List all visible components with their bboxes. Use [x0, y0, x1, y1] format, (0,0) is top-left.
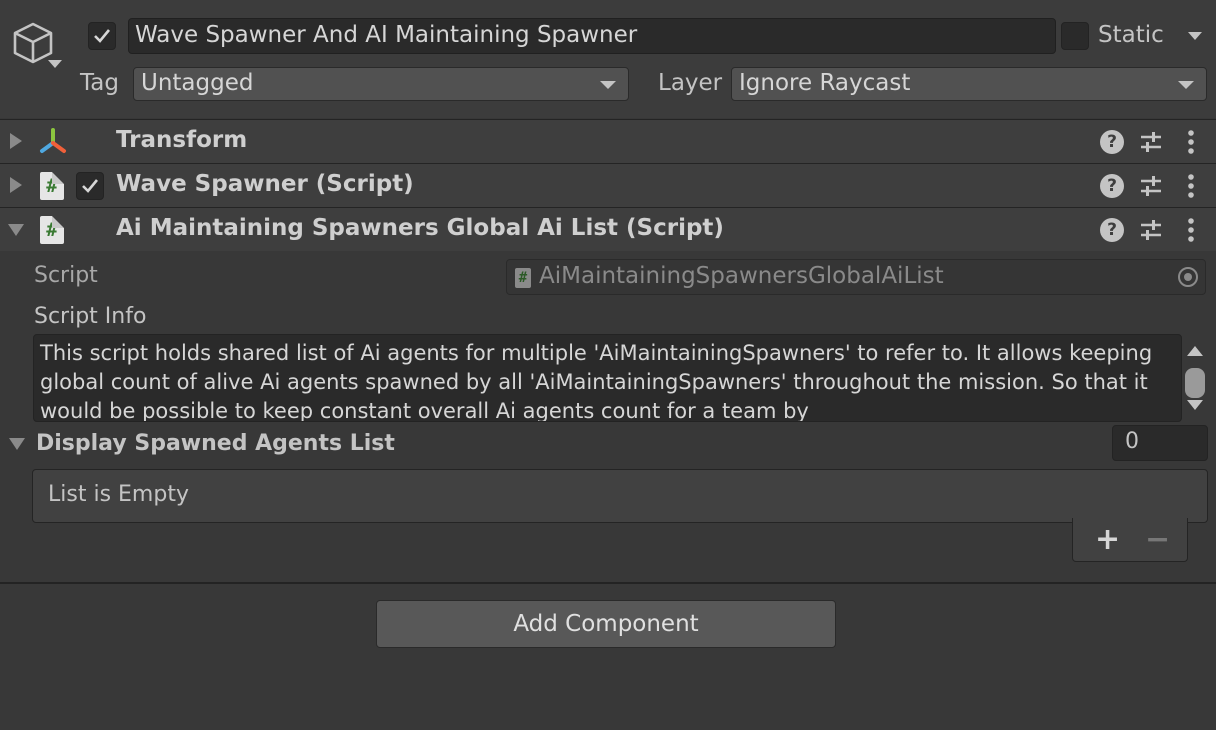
static-toggle[interactable]	[1061, 22, 1089, 50]
divider	[0, 582, 1216, 584]
help-icon[interactable]: ?	[1100, 174, 1124, 198]
list-empty-text: List is Empty	[48, 482, 189, 507]
tag-label: Tag	[80, 70, 119, 96]
layer-value: Ignore Raycast	[739, 70, 911, 96]
help-icon[interactable]: ?	[1100, 130, 1124, 154]
script-reference-field[interactable]: # AiMaintainingSpawnersGlobalAiList	[506, 259, 1206, 295]
script-file-icon: #	[40, 172, 64, 200]
script-file-icon: #	[515, 268, 531, 288]
component-header-transform[interactable]: Transform ?	[0, 119, 1216, 163]
component-title: Ai Maintaining Spawners Global Ai List (…	[116, 215, 724, 241]
icon-dropdown-arrow-icon[interactable]	[48, 60, 62, 68]
display-spawned-agents-label[interactable]: Display Spawned Agents List	[36, 431, 395, 456]
more-vertical-icon[interactable]	[1178, 217, 1204, 243]
static-dropdown-arrow-icon[interactable]	[1188, 32, 1202, 40]
layer-label: Layer	[658, 70, 723, 96]
add-component-button[interactable]: Add Component	[376, 600, 836, 648]
script-value: AiMaintainingSpawnersGlobalAiList	[539, 263, 944, 289]
tag-dropdown[interactable]: Untagged	[133, 67, 629, 101]
checkmark-icon	[82, 179, 99, 193]
layer-dropdown[interactable]: Ignore Raycast	[731, 67, 1207, 101]
component-title: Transform	[116, 127, 248, 153]
foldout-expanded-icon[interactable]	[9, 438, 25, 450]
more-vertical-icon[interactable]	[1178, 129, 1204, 155]
component-header-wave-spawner[interactable]: # Wave Spawner (Script) ?	[0, 163, 1216, 207]
object-name-field[interactable]: Wave Spawner And AI Maintaining Spawner	[128, 18, 1056, 54]
preset-sliders-icon[interactable]	[1138, 129, 1164, 155]
active-toggle[interactable]	[88, 22, 116, 50]
scrollbar-thumb[interactable]	[1185, 368, 1205, 398]
preset-sliders-icon[interactable]	[1138, 173, 1164, 199]
add-element-button[interactable]: +	[1095, 522, 1120, 557]
script-info-label: Script Info	[34, 304, 147, 329]
preset-sliders-icon[interactable]	[1138, 217, 1164, 243]
more-vertical-icon[interactable]	[1178, 173, 1204, 199]
scroll-down-arrow-icon[interactable]	[1187, 400, 1203, 410]
chevron-down-icon	[600, 81, 616, 89]
component-header-ai-list[interactable]: # Ai Maintaining Spawners Global Ai List…	[0, 207, 1216, 251]
script-info-textarea[interactable]: This script holds shared list of Ai agen…	[33, 334, 1182, 422]
scroll-up-arrow-icon[interactable]	[1187, 346, 1203, 356]
component-enabled-toggle[interactable]	[76, 172, 104, 200]
foldout-expanded-icon[interactable]	[8, 224, 24, 236]
transform-axis-icon	[40, 128, 66, 153]
foldout-collapsed-icon[interactable]	[10, 177, 22, 193]
tag-value: Untagged	[141, 70, 254, 96]
help-icon[interactable]: ?	[1100, 218, 1124, 242]
script-file-icon: #	[40, 216, 64, 244]
script-label: Script	[34, 263, 98, 288]
remove-element-button[interactable]: −	[1145, 522, 1170, 557]
object-picker-icon[interactable]	[1178, 267, 1198, 287]
chevron-down-icon	[1178, 81, 1194, 89]
component-title: Wave Spawner (Script)	[116, 171, 414, 197]
list-add-remove-footer: + −	[1072, 518, 1188, 562]
list-container: List is Empty	[32, 469, 1208, 523]
foldout-collapsed-icon[interactable]	[10, 133, 22, 149]
checkmark-icon	[94, 29, 111, 43]
list-size-field[interactable]: 0	[1112, 425, 1208, 461]
static-label: Static	[1098, 22, 1164, 48]
